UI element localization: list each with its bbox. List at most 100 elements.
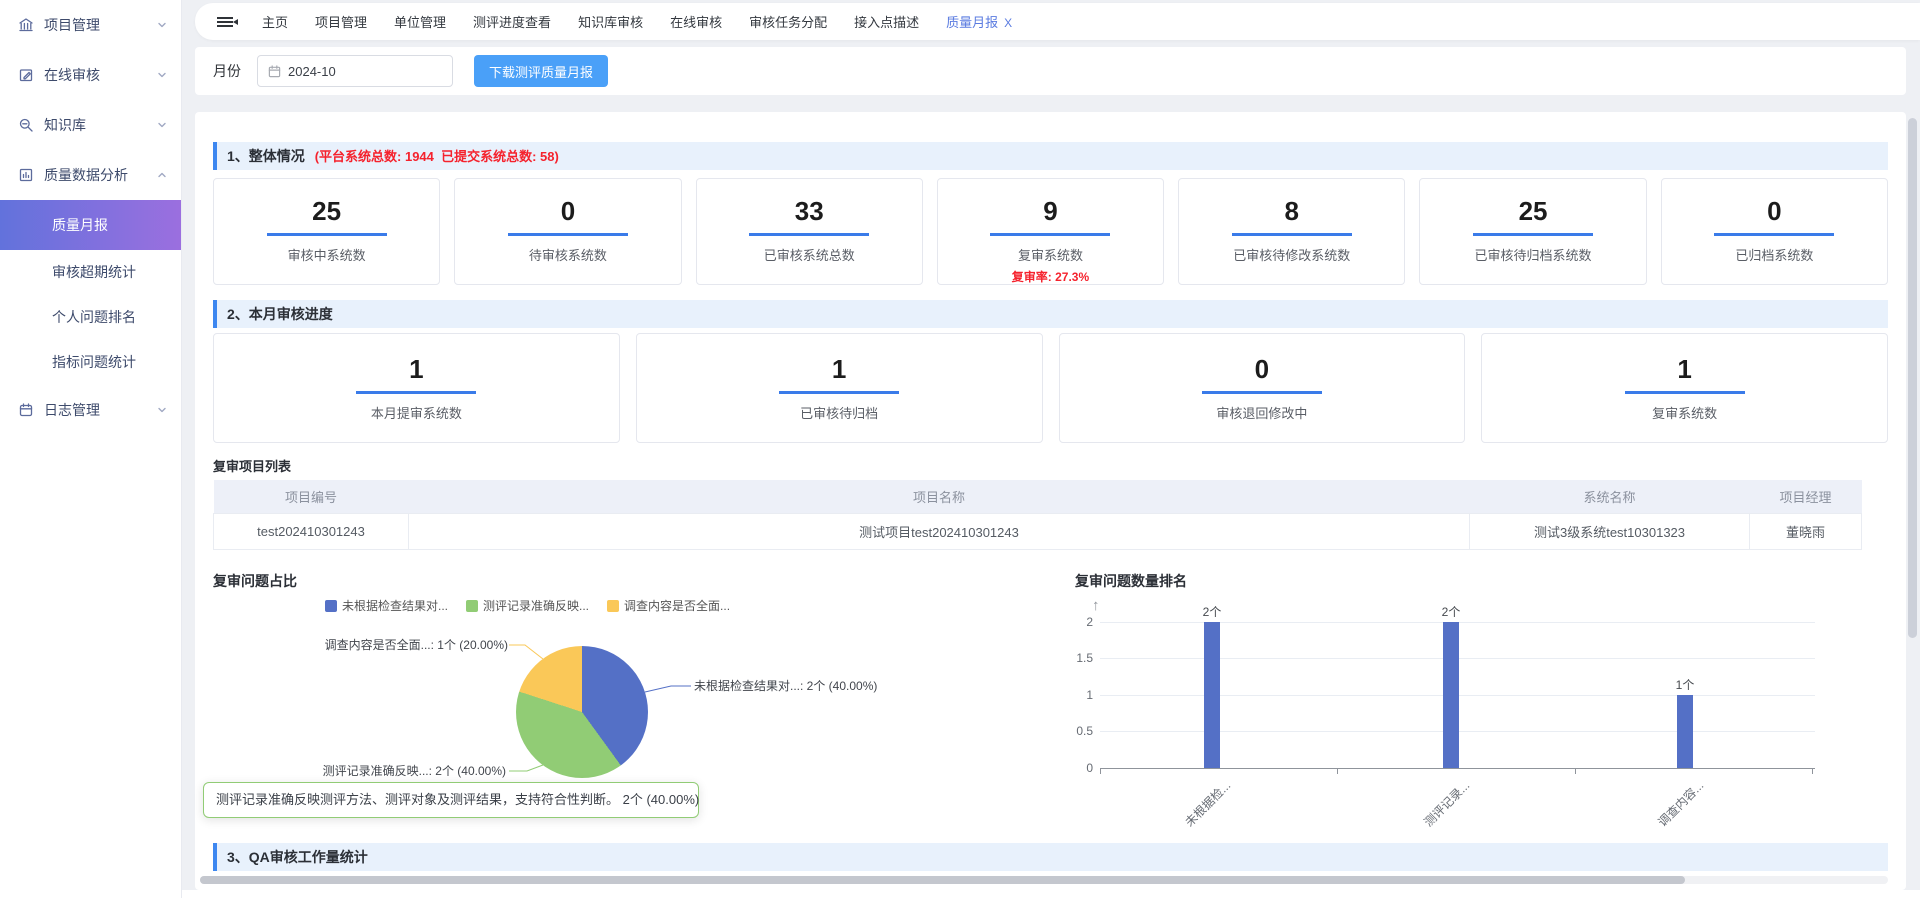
sidebar-item-quality-data-analysis[interactable]: 质量数据分析 [0, 150, 181, 200]
legend-swatch [466, 600, 478, 612]
stat-label: 待审核系统数 [455, 245, 680, 264]
y-tick: 1.5 [1053, 651, 1093, 665]
table-header-row: 项目编号 项目名称 系统名称 项目经理 [214, 480, 1862, 513]
col-project-name: 项目名称 [409, 480, 1470, 513]
download-report-button[interactable]: 下载测评质量月报 [474, 55, 608, 87]
stat-label: 已审核待修改系统数 [1179, 245, 1404, 264]
stat-card-reviewed-awaiting-archive: 1 已审核待归档 [636, 333, 1043, 443]
section-monthly-progress-header: 2、本月审核进度 [213, 300, 1888, 328]
legend-label: 测评记录准确反映... [483, 597, 589, 614]
pie-legend: 未根据检查结果对... 测评记录准确反映... 调查内容是否全面... [325, 597, 730, 614]
tab-knowledge-review[interactable]: 知识库审核 [578, 12, 643, 31]
y-axis-arrow: ↑ [1092, 597, 1100, 614]
sidebar-item-project-management[interactable]: 项目管理 [0, 0, 181, 50]
x-axis-line [1100, 768, 1815, 769]
bar[interactable] [1204, 622, 1220, 768]
tab-access-point-description[interactable]: 接入点描述 [854, 12, 919, 31]
month-label: 月份 [213, 61, 241, 81]
tab-project-management[interactable]: 项目管理 [315, 12, 367, 31]
sidebar: 项目管理 在线审核 知识库 质量数据分析 质量月报 审核超期统计 个人问题排名 … [0, 0, 182, 898]
collapse-menu-icon[interactable] [217, 15, 235, 29]
close-tab-icon[interactable]: X [1004, 16, 1012, 30]
stat-value: 25 [1420, 197, 1645, 225]
legend-swatch [607, 600, 619, 612]
table-row: test202410301243 测试项目test202410301243 测试… [214, 513, 1862, 549]
section-title: 2、本月审核进度 [227, 306, 333, 322]
cell-project-manager: 董晓雨 [1750, 513, 1862, 549]
y-tick: 0.5 [1053, 724, 1093, 738]
section-note: (平台系统总数: 1944 已提交系统总数: 58) [315, 149, 559, 164]
pie-chart-title: 复审问题占比 [213, 571, 297, 591]
legend-swatch [325, 600, 337, 612]
re-review-issue-ranking-bar-chart: 复审问题数量排名 ↑ 0 0.5 1 1.5 2 2个 2个 1个 未根据检..… [1075, 565, 1888, 850]
sidebar-subitem-indicator-issue-stats[interactable]: 指标问题统计 [0, 340, 181, 385]
sidebar-item-log-management[interactable]: 日志管理 [0, 385, 181, 435]
stat-value: 33 [697, 197, 922, 225]
month-picker-input[interactable]: 2024-10 [257, 55, 453, 87]
sidebar-subitem-quality-monthly-report[interactable]: 质量月报 [0, 200, 181, 250]
cell-project-no: test202410301243 [214, 513, 409, 549]
cell-project-name: 测试项目test202410301243 [409, 513, 1470, 549]
sidebar-item-online-review[interactable]: 在线审核 [0, 50, 181, 100]
legend-label: 调查内容是否全面... [624, 597, 730, 614]
re-review-rate: 复审率: 27.3% [938, 268, 1163, 285]
active-tab-label: 质量月报 [946, 15, 998, 30]
sidebar-subitem-personal-issue-ranking[interactable]: 个人问题排名 [0, 295, 181, 340]
chevron-down-icon [157, 120, 167, 130]
tab-unit-management[interactable]: 单位管理 [394, 12, 446, 31]
horizontal-scrollbar-thumb[interactable] [200, 876, 1685, 884]
calendar-icon [18, 402, 34, 418]
stat-label: 审核退回修改中 [1060, 403, 1465, 422]
quality-monthly-report-page: 项目管理 在线审核 知识库 质量数据分析 质量月报 审核超期统计 个人问题排名 … [0, 0, 1920, 898]
sidebar-item-knowledge-base[interactable]: 知识库 [0, 100, 181, 150]
legend-item[interactable]: 未根据检查结果对... [325, 597, 448, 614]
tab-home[interactable]: 主页 [262, 12, 288, 31]
section-qa-workload-header: 3、QA审核工作量统计 [213, 843, 1888, 871]
stat-card-re-review-count: 1 复审系统数 [1481, 333, 1888, 443]
sidebar-subitem-review-overdue-stats[interactable]: 审核超期统计 [0, 250, 181, 295]
col-system-name: 系统名称 [1470, 480, 1750, 513]
chevron-down-icon [157, 70, 167, 80]
tab-online-review[interactable]: 在线审核 [670, 12, 722, 31]
x-category-label: 测评记录... [1420, 777, 1473, 830]
re-review-table: 项目编号 项目名称 系统名称 项目经理 test202410301243 测试项… [213, 480, 1862, 550]
filter-bar: 月份 2024-10 下载测评质量月报 [195, 47, 1906, 95]
pie[interactable] [516, 646, 648, 778]
stat-value: 0 [1060, 355, 1465, 383]
overall-stats-row: 25 审核中系统数 0 待审核系统数 33 已审核系统总数 9 复审系统数 复审… [213, 178, 1888, 285]
stat-card-submitted-this-month: 1 本月提审系统数 [213, 333, 620, 443]
month-value: 2024-10 [288, 64, 336, 79]
stat-label: 本月提审系统数 [214, 403, 619, 422]
tab-evaluation-progress[interactable]: 测评进度查看 [473, 12, 551, 31]
stat-card-pending-review: 0 待审核系统数 [454, 178, 681, 285]
pie-callout-not-based: 未根据检查结果对...: 2个 (40.00%) [694, 678, 877, 694]
stat-value: 25 [214, 197, 439, 225]
stat-label: 已审核待归档 [637, 403, 1042, 422]
section-title: 3、QA审核工作量统计 [227, 849, 368, 865]
knowledge-search-icon [18, 117, 34, 133]
sidebar-item-label: 日志管理 [44, 400, 157, 420]
x-category-label: 调查内容... [1654, 777, 1707, 830]
calendar-icon [268, 65, 281, 78]
chart-report-icon [18, 167, 34, 183]
stat-card-reviewing: 25 审核中系统数 [213, 178, 440, 285]
tab-review-task-assignment[interactable]: 审核任务分配 [749, 12, 827, 31]
y-tick: 1 [1053, 688, 1093, 702]
bar[interactable] [1677, 695, 1693, 768]
y-tick: 0 [1053, 761, 1093, 775]
stat-value: 0 [1662, 197, 1887, 225]
stat-label: 已归档系统数 [1662, 245, 1887, 264]
chevron-up-icon [157, 170, 167, 180]
pie-callout-survey: 调查内容是否全面...: 1个 (20.00%) [325, 637, 508, 653]
pie-tooltip: 测评记录准确反映测评方法、测评对象及测评结果，支持符合性判断。 2个 (40.0… [203, 782, 699, 818]
bar[interactable] [1443, 622, 1459, 768]
legend-item[interactable]: 测评记录准确反映... [466, 597, 589, 614]
report-content: 1、整体情况 (平台系统总数: 1944 已提交系统总数: 58) 25 审核中… [195, 112, 1906, 890]
sidebar-item-label: 质量数据分析 [44, 165, 157, 185]
legend-item[interactable]: 调查内容是否全面... [607, 597, 730, 614]
stat-value: 8 [1179, 197, 1404, 225]
stat-label: 已审核系统总数 [697, 245, 922, 264]
vertical-scrollbar-thumb[interactable] [1908, 118, 1917, 638]
bar-value-label: 1个 [1665, 676, 1705, 693]
tab-quality-monthly-report-active[interactable]: 质量月报 X [946, 12, 1012, 31]
